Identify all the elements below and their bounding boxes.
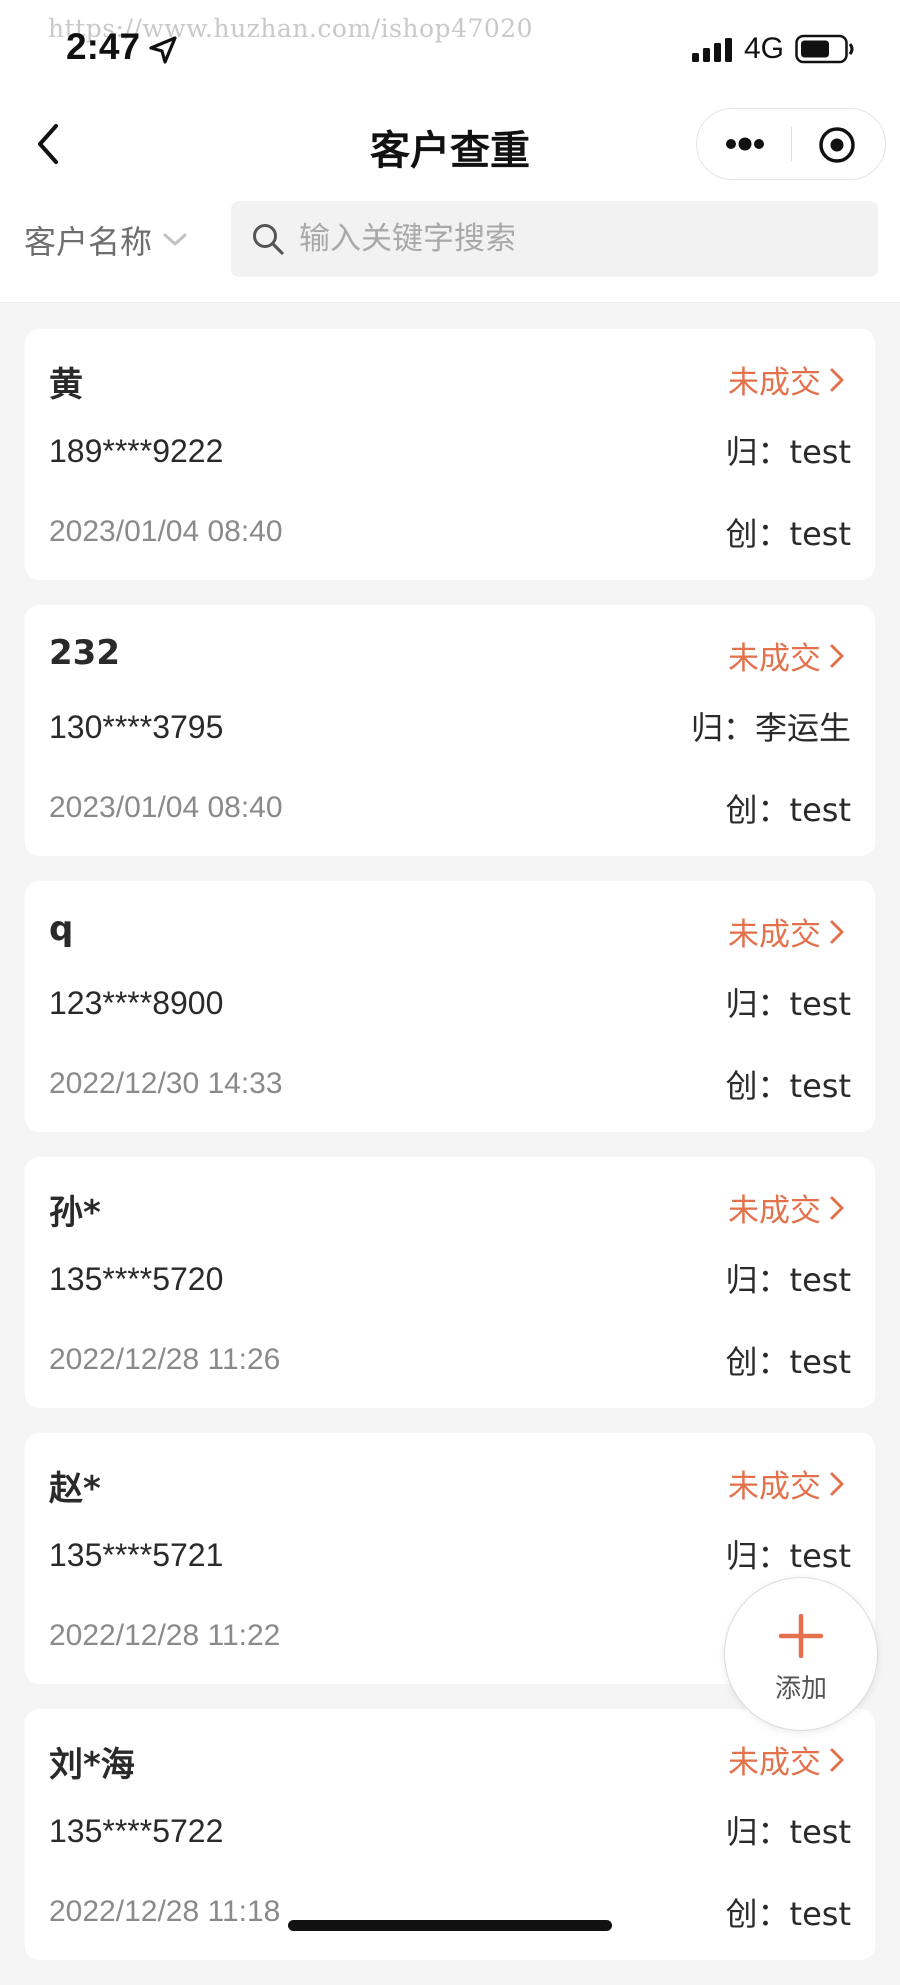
capsule-divider bbox=[791, 127, 792, 161]
deal-status-label: 未成交 bbox=[728, 1193, 821, 1229]
more-options-icon[interactable] bbox=[721, 125, 769, 163]
search-input[interactable] bbox=[297, 220, 861, 258]
customer-phone: 135****5721 bbox=[49, 1537, 224, 1573]
search-icon bbox=[253, 224, 284, 255]
status-time: 2:47 bbox=[66, 26, 141, 67]
deal-status-link[interactable]: 未成交 bbox=[728, 1737, 845, 1782]
deal-status-link[interactable]: 未成交 bbox=[728, 1461, 845, 1506]
add-button-label: 添加 bbox=[774, 1674, 827, 1704]
deal-status-link[interactable]: 未成交 bbox=[728, 633, 845, 678]
customer-name: 孙* bbox=[49, 1193, 101, 1233]
deal-status-label: 未成交 bbox=[728, 1469, 821, 1505]
customer-name: 刘*海 bbox=[49, 1745, 135, 1785]
customer-phone: 123****8900 bbox=[49, 985, 224, 1021]
customer-card[interactable]: 232 未成交 130****3795 归：李运生 2023/01/04 08:… bbox=[25, 605, 875, 856]
customer-card[interactable]: q 未成交 123****8900 归：test 2022/12/30 14:3… bbox=[25, 881, 875, 1132]
search-box[interactable] bbox=[231, 201, 878, 277]
close-mini-program-icon[interactable] bbox=[817, 125, 857, 165]
customer-owner: 归：test bbox=[725, 1261, 851, 1299]
chevron-right-icon bbox=[830, 368, 844, 391]
search-field-label: 客户名称 bbox=[24, 223, 153, 261]
plus-icon bbox=[779, 1614, 823, 1658]
customer-name: q bbox=[49, 909, 74, 949]
customer-created-date: 2022/12/28 11:26 bbox=[49, 1343, 281, 1376]
customer-created-date: 2023/01/04 08:40 bbox=[49, 791, 283, 824]
customer-owner: 归：test bbox=[725, 1813, 851, 1851]
customer-phone: 189****9222 bbox=[49, 433, 224, 469]
customer-card[interactable]: 黄 未成交 189****9222 归：test 2023/01/04 08:4… bbox=[25, 329, 875, 580]
home-indicator bbox=[288, 1920, 612, 1931]
chevron-right-icon bbox=[830, 644, 844, 667]
customer-card[interactable]: 孙* 未成交 135****5720 归：test 2022/12/28 11:… bbox=[25, 1157, 875, 1408]
customer-owner: 归：test bbox=[725, 985, 851, 1023]
mini-program-capsule bbox=[696, 108, 886, 180]
customer-created-date: 2022/12/28 11:22 bbox=[49, 1619, 281, 1652]
battery-icon bbox=[795, 34, 854, 64]
chevron-down-icon bbox=[163, 233, 187, 246]
deal-status-link[interactable]: 未成交 bbox=[728, 357, 845, 402]
customer-created-date: 2022/12/28 11:18 bbox=[49, 1895, 281, 1928]
customer-owner: 归：test bbox=[725, 433, 851, 471]
customer-creator: 创：test bbox=[725, 1895, 851, 1933]
network-type: 4G bbox=[744, 32, 785, 65]
deal-status-link[interactable]: 未成交 bbox=[728, 909, 845, 954]
customer-created-date: 2022/12/30 14:33 bbox=[49, 1067, 283, 1100]
deal-status-label: 未成交 bbox=[728, 1745, 821, 1781]
customer-name: 赵* bbox=[49, 1469, 101, 1509]
customer-created-date: 2023/01/04 08:40 bbox=[49, 515, 283, 548]
top-bar: https://www.huzhan.com/ishop47020 2:47 4… bbox=[0, 0, 900, 303]
deal-status-link[interactable]: 未成交 bbox=[728, 1185, 845, 1230]
customer-name: 232 bbox=[49, 633, 120, 673]
customer-creator: 创：test bbox=[725, 1343, 851, 1381]
deal-status-label: 未成交 bbox=[728, 365, 821, 401]
customer-phone: 135****5722 bbox=[49, 1813, 224, 1849]
chevron-right-icon bbox=[830, 920, 844, 943]
chevron-right-icon bbox=[830, 1196, 844, 1219]
customer-phone: 130****3795 bbox=[49, 709, 224, 745]
deal-status-label: 未成交 bbox=[728, 641, 821, 677]
cellular-signal-icon bbox=[692, 38, 732, 62]
customer-owner: 归：test bbox=[725, 1537, 851, 1575]
customer-creator: 创：test bbox=[725, 791, 851, 829]
customer-creator: 创：test bbox=[725, 1067, 851, 1105]
search-field-dropdown[interactable]: 客户名称 bbox=[24, 218, 188, 262]
customer-name: 黄 bbox=[49, 365, 83, 405]
customer-creator: 创：test bbox=[725, 515, 851, 553]
customer-phone: 135****5720 bbox=[49, 1261, 224, 1297]
chevron-right-icon bbox=[830, 1748, 844, 1771]
location-arrow-icon bbox=[149, 36, 177, 64]
add-customer-button[interactable]: 添加 bbox=[724, 1577, 878, 1731]
deal-status-label: 未成交 bbox=[728, 917, 821, 953]
chevron-right-icon bbox=[830, 1472, 844, 1495]
customer-owner: 归：李运生 bbox=[690, 709, 851, 747]
customer-list: 黄 未成交 189****9222 归：test 2023/01/04 08:4… bbox=[25, 329, 875, 1985]
